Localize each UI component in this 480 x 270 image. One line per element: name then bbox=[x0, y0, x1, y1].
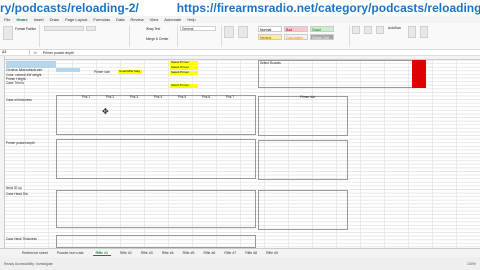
tab-reference-sheet[interactable]: Reference sheet bbox=[22, 251, 48, 255]
menu-draw[interactable]: Draw bbox=[50, 17, 59, 22]
format-painter-label[interactable]: Format Painter bbox=[15, 27, 36, 31]
number-format-select[interactable]: General bbox=[180, 26, 216, 31]
style-good[interactable]: Good bbox=[310, 26, 334, 32]
label-case-trim: Case Trim to bbox=[6, 81, 25, 85]
col-header: Pos 7 bbox=[226, 95, 235, 99]
wrap-text-button[interactable]: Wrap Text bbox=[146, 27, 160, 31]
chart-title: Primer dia bbox=[300, 95, 315, 99]
insert-cells-icon[interactable] bbox=[352, 26, 360, 34]
section-label: Neck ID up bbox=[6, 186, 22, 190]
style-neutral[interactable]: Neutral bbox=[258, 34, 282, 40]
style-calculation[interactable]: Calculation bbox=[284, 34, 308, 40]
menu-help[interactable]: Help bbox=[187, 17, 195, 22]
menu-file[interactable]: File bbox=[4, 17, 10, 22]
paste-icon[interactable] bbox=[3, 26, 13, 40]
sort-filter-icon[interactable] bbox=[408, 26, 416, 38]
font-size-select[interactable] bbox=[86, 26, 96, 31]
find-select-icon[interactable] bbox=[420, 26, 428, 38]
data-table[interactable] bbox=[56, 235, 256, 248]
row-headers[interactable] bbox=[0, 56, 5, 248]
style-normal[interactable]: Normal bbox=[258, 26, 282, 32]
format-as-table-icon[interactable] bbox=[238, 26, 248, 38]
menu-view[interactable]: View bbox=[150, 17, 159, 22]
label-grains: Grains Manufacturer bbox=[6, 67, 43, 72]
fx-icon[interactable]: fx bbox=[34, 51, 37, 55]
zoom-level[interactable]: 100% bbox=[467, 262, 476, 266]
status-bar: Ready Accessibility: Investigate 100% bbox=[0, 257, 480, 270]
tab-rifle-1[interactable]: Rifle #1 bbox=[92, 250, 111, 256]
format-cells-icon[interactable] bbox=[376, 26, 384, 34]
tab-rifle-5[interactable]: Rifle #5 bbox=[183, 251, 195, 255]
ribbon-divider bbox=[38, 25, 40, 47]
section-label: Case Head Dia bbox=[6, 192, 28, 196]
section-label: Primer pocket depth bbox=[6, 141, 35, 145]
col-header: Pos 5 bbox=[178, 95, 187, 99]
select-primer-cell[interactable]: Select Primer bbox=[170, 70, 198, 75]
tab-rifle-9[interactable]: Rifle #9 bbox=[266, 251, 278, 255]
delete-cells-icon[interactable] bbox=[364, 26, 372, 34]
tab-rifle-2[interactable]: Rifle #2 bbox=[120, 251, 132, 255]
select-primer-cell[interactable]: Select Primer bbox=[170, 83, 198, 88]
menu-home[interactable]: Home bbox=[16, 17, 27, 22]
menu-insert[interactable]: Insert bbox=[34, 17, 44, 22]
primer-size-cell[interactable]: Small Rifle Mag bbox=[118, 69, 142, 74]
style-bad[interactable]: Bad bbox=[284, 26, 308, 32]
right-label: Select Rounds bbox=[260, 61, 281, 65]
tab-rifle-8[interactable]: Rifle #8 bbox=[245, 251, 257, 255]
url-banner: ry/podcasts/reloading-2/ https://firearm… bbox=[0, 0, 480, 16]
sheet-tabs: Reference sheet Powder burn rate Rifle #… bbox=[0, 248, 480, 257]
ribbon-divider bbox=[176, 25, 178, 47]
col-header: Pos 1 bbox=[82, 95, 91, 99]
right-table[interactable] bbox=[258, 96, 348, 136]
number-format-value: General bbox=[182, 27, 194, 31]
banner-left-text: ry/podcasts/reloading-2/ bbox=[0, 1, 139, 15]
col-header: Pos 6 bbox=[202, 95, 211, 99]
col-header: Pos 4 bbox=[154, 95, 163, 99]
col-header: Pos 2 bbox=[106, 95, 115, 99]
ribbon: Format Painter Wrap Text Merge & Center … bbox=[0, 23, 480, 50]
banner-right-text[interactable]: https://firearmsradio.net/category/podca… bbox=[177, 1, 480, 15]
data-table[interactable] bbox=[56, 190, 256, 228]
section-label: Case oil thickness bbox=[6, 98, 32, 102]
tab-rifle-6[interactable]: Rifle #6 bbox=[204, 251, 216, 255]
input-cell[interactable] bbox=[56, 68, 80, 72]
status-left: Ready Accessibility: Investigate bbox=[4, 261, 53, 266]
ribbon-divider bbox=[220, 25, 222, 47]
tab-rifle-7[interactable]: Rifle #7 bbox=[224, 251, 236, 255]
mouse-cursor-icon: ✥ bbox=[102, 107, 109, 116]
ribbon-divider bbox=[128, 25, 130, 47]
label-primer-size: Primer size bbox=[94, 70, 110, 74]
tab-powder-burn-rate[interactable]: Powder burn rate bbox=[57, 251, 84, 255]
right-table[interactable] bbox=[258, 140, 348, 180]
name-box[interactable]: A3 bbox=[0, 50, 30, 55]
autosum-button[interactable]: AutoSum bbox=[388, 26, 401, 30]
conditional-formatting-icon[interactable] bbox=[224, 26, 234, 38]
summary-table[interactable] bbox=[258, 60, 426, 88]
menu-data[interactable]: Data bbox=[116, 17, 124, 22]
col-header: Pos 3 bbox=[130, 95, 139, 99]
merge-center-button[interactable]: Merge & Center bbox=[146, 37, 169, 41]
tab-rifle-4[interactable]: Rifle #4 bbox=[162, 251, 174, 255]
right-table[interactable] bbox=[258, 190, 348, 230]
tab-rifle-3[interactable]: Rifle #3 bbox=[141, 251, 153, 255]
font-name-select[interactable] bbox=[44, 26, 84, 31]
style-check-cell[interactable]: Check Cell bbox=[310, 34, 334, 40]
data-table[interactable] bbox=[56, 95, 256, 135]
menu-page-layout[interactable]: Page Layout bbox=[65, 17, 87, 22]
menu-formulas[interactable]: Formulas bbox=[93, 17, 110, 22]
menu-bar: File Home Insert Draw Page Layout Formul… bbox=[0, 16, 480, 23]
ribbon-divider bbox=[348, 25, 350, 47]
menu-automate[interactable]: Automate bbox=[164, 17, 181, 22]
formula-input[interactable]: Primer pocket depth bbox=[43, 51, 74, 55]
alert-cells bbox=[412, 60, 426, 88]
data-table[interactable] bbox=[56, 139, 256, 179]
section-label: Case Neck Thickness bbox=[6, 237, 37, 241]
menu-review[interactable]: Review bbox=[131, 17, 144, 22]
